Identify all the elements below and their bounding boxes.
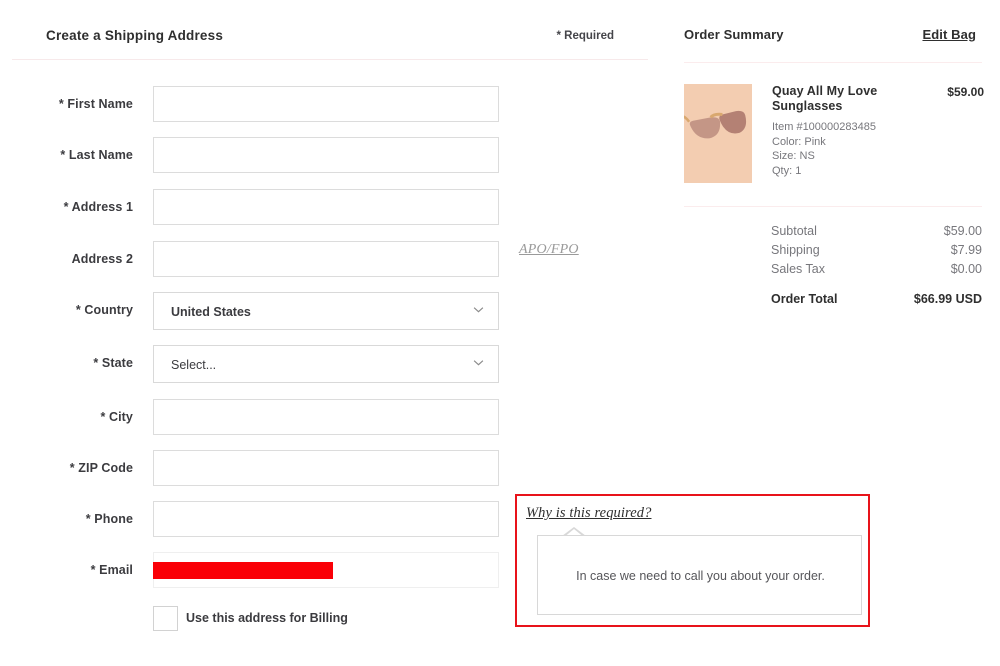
product-name[interactable]: Quay All My Love Sunglasses [772,84,922,114]
order-total-value: $66.99 USD [913,292,982,306]
subtotal-value: $59.00 [943,224,982,238]
field-row-first-name: * First Name [0,86,660,122]
email-redaction-bar [153,562,333,579]
field-row-country: * Country United States [0,292,660,330]
use-address-for-billing-checkbox[interactable] [153,606,178,631]
label-country: * Country [75,303,133,317]
sales-tax-value: $0.00 [950,262,982,276]
input-address-1[interactable] [153,189,499,225]
subtotal-label: Subtotal [771,224,817,238]
total-row-sales-tax: Sales Tax $0.00 [684,262,982,281]
chevron-down-icon [473,304,484,315]
select-state-value: Select... [171,358,217,372]
why-is-this-required-link[interactable]: Why is this required? [526,505,651,522]
billing-checkbox-row[interactable]: Use this address for Billing [153,606,553,634]
order-total-label: Order Total [771,292,838,306]
select-country-value: United States [171,305,251,319]
form-header: Create a Shipping Address * Required [46,28,648,54]
field-row-city: * City [0,399,660,435]
label-email: * Email [90,563,133,577]
field-row-last-name: * Last Name [0,137,660,173]
label-last-name: * Last Name [60,148,133,162]
order-summary-header: Order Summary Edit Bag [684,27,976,49]
order-summary-panel: Order Summary Edit Bag Quay All My Love … [660,0,1000,666]
input-city[interactable] [153,399,499,435]
use-address-for-billing-label: Use this address for Billing [186,611,348,625]
apo-fpo-link[interactable]: APO/FPO [519,242,579,258]
label-zip-code: * ZIP Code [69,461,133,475]
select-country[interactable]: United States [153,292,499,330]
label-address-1: * Address 1 [63,200,133,214]
product-item-number: Item #100000283485 [772,121,876,133]
page-title: Create a Shipping Address [46,28,224,43]
field-row-address-1: * Address 1 [0,189,660,225]
product-qty: Qty: 1 [772,164,802,177]
label-city: * City [100,410,133,424]
select-state[interactable]: Select... [153,345,499,383]
total-row-shipping: Shipping $7.99 [684,243,982,262]
sales-tax-label: Sales Tax [771,262,825,276]
edit-bag-link[interactable]: Edit Bag [922,27,976,42]
order-totals: Subtotal $59.00 Shipping $7.99 Sales Tax… [684,224,982,312]
product-info: Quay All My Love Sunglasses Item #100000… [772,84,922,178]
input-last-name[interactable] [153,137,499,173]
input-address-2[interactable] [153,241,499,277]
label-first-name: * First Name [58,97,133,111]
summary-divider [684,206,982,207]
summary-divider [684,62,982,63]
input-first-name[interactable] [153,86,499,122]
input-zip-code[interactable] [153,450,499,486]
order-line-item: Quay All My Love Sunglasses Item #100000… [684,84,984,184]
shipping-label: Shipping [771,243,820,257]
shipping-value: $7.99 [950,243,982,257]
required-note: * Required [556,30,614,42]
header-divider [12,59,648,60]
label-address-2: Address 2 [71,252,133,266]
order-summary-title: Order Summary [684,27,784,42]
product-price: $59.00 [947,85,984,99]
product-thumbnail[interactable] [684,84,752,183]
label-state: * State [93,356,133,370]
input-phone[interactable] [153,501,499,537]
product-meta: Item #100000283485 Color: Pink Size: NS … [772,120,922,178]
total-row-order-total: Order Total $66.99 USD [684,292,982,312]
label-phone: * Phone [85,512,133,526]
field-row-state: * State Select... [0,345,660,383]
total-row-subtotal: Subtotal $59.00 [684,224,982,243]
product-size: Size: NS [772,150,815,162]
field-row-zip-code: * ZIP Code [0,450,660,486]
chevron-down-icon [473,357,484,368]
product-color: Color: Pink [772,135,826,148]
